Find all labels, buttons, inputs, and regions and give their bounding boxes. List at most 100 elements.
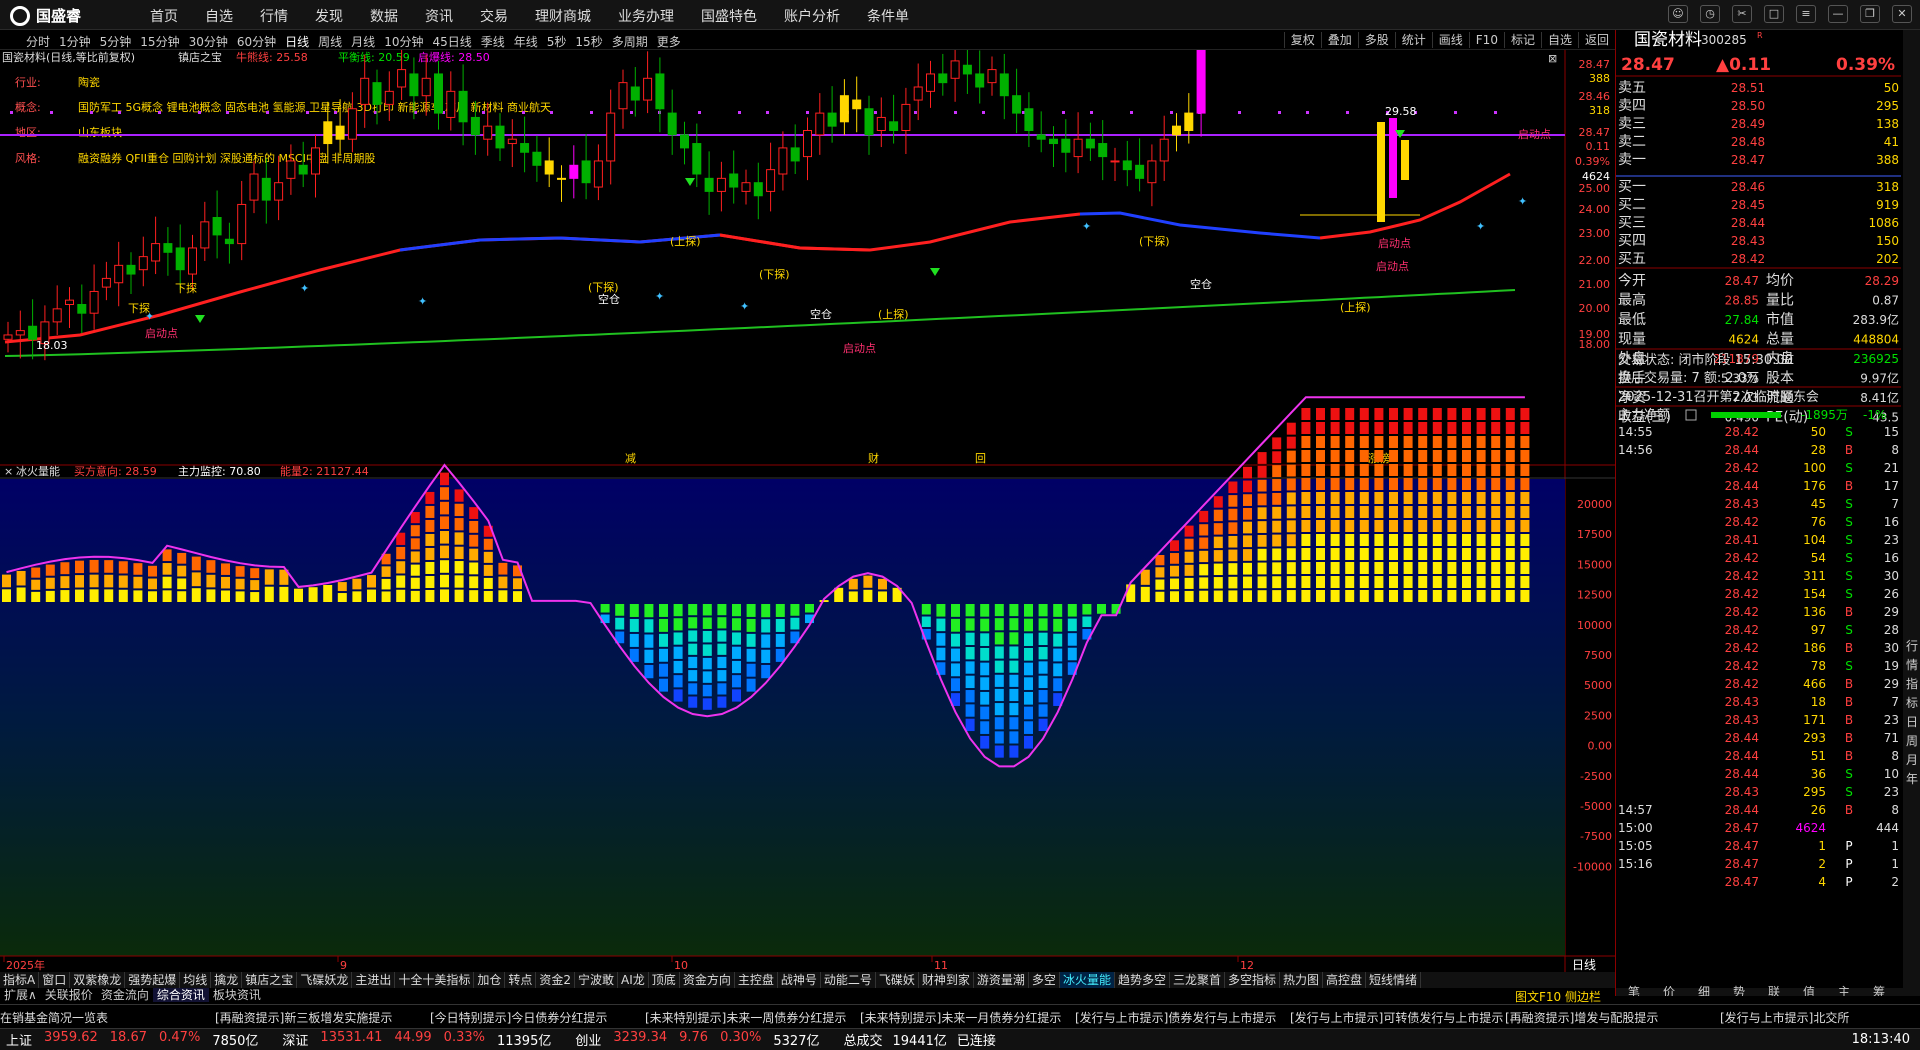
chart-tool[interactable]: 标记 [1503, 32, 1541, 48]
candle[interactable] [470, 116, 480, 136]
candle[interactable] [987, 69, 997, 84]
candle[interactable] [1110, 160, 1120, 163]
indicator-tab[interactable]: 主进出 [352, 972, 396, 988]
candle[interactable] [409, 73, 419, 97]
candle[interactable] [1172, 125, 1181, 136]
candle[interactable] [15, 330, 25, 336]
candle[interactable] [753, 182, 763, 197]
indicator-tab[interactable]: 冰火量能 [1059, 972, 1115, 988]
app-logo[interactable]: 国盛睿 [10, 5, 81, 26]
ticker-item[interactable]: 在销基金简况一览表 [0, 1005, 215, 1026]
collapse-icon[interactable]: ⊠ [1548, 52, 1557, 65]
indicator-tab[interactable]: 财神到家 [919, 972, 974, 988]
candle[interactable] [803, 130, 812, 158]
kline-chart[interactable]: 国瓷材料(日线,等比前复权) 镇店之宝 牛熊线: 25.58 平衡线: 20.5… [0, 50, 1615, 972]
sub-tab[interactable]: 关联报价 [41, 988, 97, 1002]
ticker-item[interactable]: [发行与上市提示]北交所 [1720, 1005, 1920, 1026]
candle[interactable] [163, 243, 173, 253]
ask-price[interactable]: 28.50 [1731, 99, 1765, 113]
indicator-tab[interactable]: 加仓 [474, 972, 506, 988]
indicator-tab[interactable]: 多空 [1029, 972, 1060, 988]
candle[interactable] [52, 308, 62, 323]
candle[interactable] [569, 164, 579, 179]
candle[interactable] [114, 264, 124, 284]
candle[interactable] [1061, 138, 1071, 153]
candle[interactable] [347, 108, 357, 140]
candle[interactable] [532, 151, 542, 166]
candle[interactable] [1401, 140, 1409, 180]
period-tab[interactable]: 45日线 [432, 33, 471, 50]
ticker-item[interactable]: [发行与上市提示]债券发行与上市提示 [1075, 1005, 1290, 1026]
candle[interactable] [889, 121, 899, 132]
menu-item[interactable]: 国盛特色 [701, 6, 757, 26]
period-tab[interactable]: 多周期 [612, 33, 648, 50]
candle[interactable] [630, 86, 640, 101]
candle[interactable] [1049, 138, 1058, 145]
indicator-tab[interactable]: 战神号 [778, 972, 821, 988]
candle[interactable] [1024, 108, 1034, 131]
candle[interactable] [1085, 138, 1095, 149]
sub-tab[interactable]: 板块资讯 [209, 988, 265, 1002]
candle[interactable] [1196, 50, 1206, 114]
candle[interactable] [335, 125, 345, 140]
candle[interactable] [323, 121, 333, 145]
chart-tool[interactable]: 统计 [1394, 32, 1432, 48]
indicator-tab[interactable]: 宁波敢 [575, 972, 619, 988]
close-icon[interactable]: ✕ [1892, 5, 1912, 23]
quote-tab[interactable]: 价 [1663, 985, 1675, 999]
candle[interactable] [507, 138, 517, 145]
indicator-tab[interactable]: 顶底 [649, 972, 680, 988]
candle[interactable] [520, 143, 530, 153]
menu-item[interactable]: 账户分析 [784, 6, 840, 26]
candle[interactable] [1147, 160, 1157, 184]
quote-tab[interactable]: 细 [1698, 985, 1710, 999]
f10-link[interactable]: 图文F10 [1515, 990, 1561, 1004]
side-tab[interactable]: 情 [1906, 658, 1918, 672]
quote-tab[interactable]: 筹 [1873, 985, 1885, 999]
bid-price[interactable]: 28.46 [1731, 180, 1765, 194]
chart-tool[interactable]: 多股 [1357, 32, 1395, 48]
side-tab[interactable]: 行 [1906, 639, 1918, 653]
candle[interactable] [237, 203, 247, 245]
index-quote[interactable]: 创业 3239.34 9.76 0.30% 5327亿 [575, 1030, 819, 1049]
candle[interactable] [778, 147, 788, 175]
candle[interactable] [544, 160, 554, 175]
candle[interactable] [618, 82, 628, 110]
candle[interactable] [1036, 134, 1046, 140]
indicator-tab[interactable]: 主控盘 [735, 972, 778, 988]
quote-tab[interactable]: 值 [1803, 984, 1815, 999]
candle[interactable] [839, 95, 849, 123]
minimize-icon[interactable]: — [1828, 5, 1848, 23]
candle[interactable] [557, 177, 566, 180]
candle[interactable] [901, 103, 911, 132]
indicator-tab[interactable]: 动能二号 [821, 972, 876, 988]
bid-price[interactable]: 28.45 [1731, 198, 1765, 212]
menu-item[interactable]: 交易 [480, 6, 508, 26]
candle[interactable] [175, 247, 185, 271]
menu-item[interactable]: 数据 [370, 6, 398, 26]
menu-item[interactable]: 条件单 [867, 6, 909, 26]
ticker-item[interactable]: [再融资提示]新三板增发实施提示 [215, 1005, 430, 1026]
indicator-tab[interactable]: 飞碟妖龙 [297, 972, 353, 988]
candle[interactable] [876, 116, 886, 131]
ask-price[interactable]: 28.47 [1731, 153, 1765, 167]
ask-price[interactable]: 28.49 [1731, 117, 1765, 131]
indicator-tab[interactable]: 窗口 [39, 972, 71, 988]
indicator-tab[interactable]: 趋势多空 [1115, 972, 1170, 988]
notice[interactable]: 2025-12-31召开第2次临时股东会 [1618, 389, 1819, 405]
candle[interactable] [962, 64, 972, 75]
bid-price[interactable]: 28.42 [1731, 252, 1765, 266]
side-tab[interactable]: 日 [1906, 715, 1918, 729]
candle[interactable] [1098, 143, 1108, 158]
candle[interactable] [950, 60, 960, 79]
side-tab[interactable]: 周 [1906, 734, 1918, 748]
period-tab[interactable]: 季线 [481, 33, 505, 50]
indicator-tab[interactable]: 擒龙 [211, 972, 243, 988]
sub-tab[interactable]: 综合资讯 [152, 988, 209, 1002]
candle[interactable] [200, 221, 210, 249]
candle[interactable] [151, 243, 161, 262]
candle[interactable] [224, 238, 234, 245]
candle[interactable] [852, 99, 862, 110]
indicator-tab[interactable]: 短线情绪 [1366, 972, 1422, 988]
candle[interactable] [126, 264, 136, 275]
